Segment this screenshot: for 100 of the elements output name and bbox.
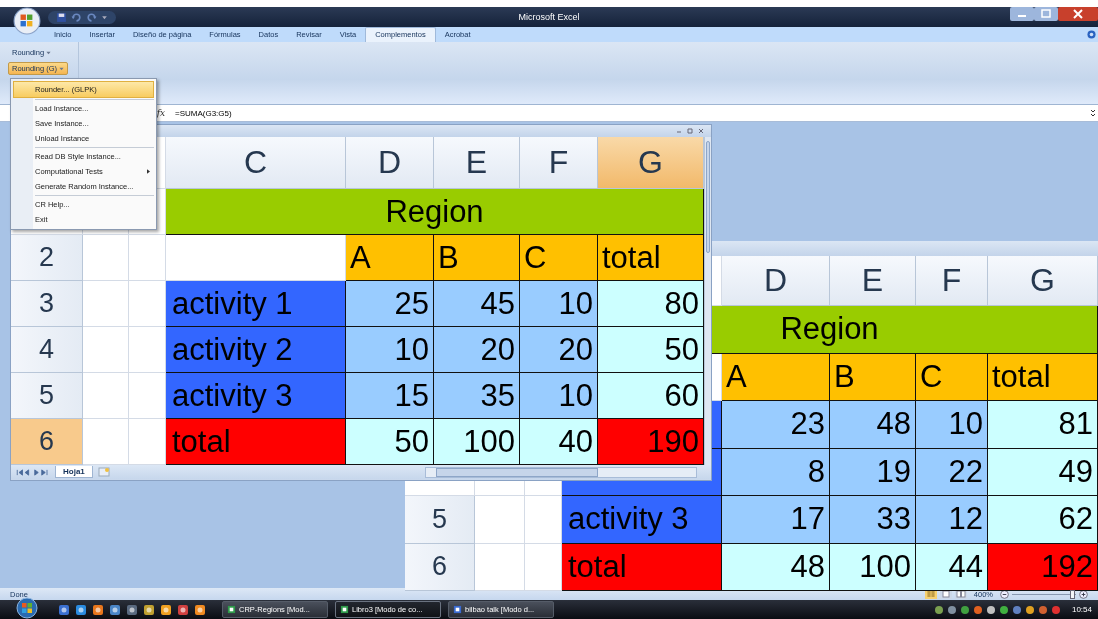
tray-icon[interactable]: [972, 604, 983, 615]
table-cell: 10: [520, 373, 598, 419]
page-layout-icon[interactable]: [939, 589, 952, 599]
table-cell: 49: [988, 448, 1098, 496]
table-cell: 100: [434, 419, 520, 465]
row-header[interactable]: 4: [11, 327, 83, 373]
tray-icon[interactable]: [1024, 604, 1035, 615]
quick-launch-icon[interactable]: [143, 603, 155, 616]
zoom-slider[interactable]: [1012, 589, 1076, 599]
table-cell: 60: [598, 373, 704, 419]
column-header[interactable]: F: [916, 256, 988, 306]
table-cell: [475, 496, 525, 544]
caret-icon: [46, 50, 52, 55]
table-cell: [83, 373, 129, 419]
vertical-scrollbar[interactable]: [704, 137, 711, 465]
table-cell: total: [988, 353, 1098, 401]
table-cell: 44: [916, 543, 988, 591]
row-header[interactable]: 5: [11, 373, 83, 419]
column-header[interactable]: F: [520, 137, 598, 189]
table-cell: [83, 327, 129, 373]
window-controls-icon[interactable]: [675, 127, 705, 135]
quick-launch-icon[interactable]: [92, 603, 104, 616]
horizontal-scrollbar[interactable]: [424, 466, 697, 478]
column-header[interactable]: C: [166, 137, 346, 189]
normal-view-icon[interactable]: [924, 589, 937, 599]
table-cell: activity 3: [166, 373, 346, 419]
quick-launch-icon[interactable]: [75, 603, 87, 616]
table-cell: 62: [988, 496, 1098, 544]
quick-launch-icon[interactable]: [194, 603, 206, 616]
sheet-tab[interactable]: Hoja1: [55, 466, 93, 478]
minimize-button[interactable]: [1010, 7, 1034, 21]
zoom-out-button[interactable]: [1000, 589, 1009, 599]
tray-icon[interactable]: [933, 604, 944, 615]
table-cell: 50: [346, 419, 434, 465]
table-cell: total: [598, 235, 704, 281]
close-button[interactable]: [1058, 7, 1098, 21]
quick-launch-icon[interactable]: [177, 603, 189, 616]
sheet-nav-icon[interactable]: [15, 468, 51, 476]
table-cell: 48: [830, 401, 916, 449]
table-cell: 190: [598, 419, 704, 465]
table-cell: 50: [598, 327, 704, 373]
quick-launch-icon[interactable]: [109, 603, 121, 616]
tray-icon[interactable]: [959, 604, 970, 615]
tray-icon[interactable]: [1037, 604, 1048, 615]
app-icon: [453, 605, 462, 614]
table-cell: [129, 235, 166, 281]
table-cell: 17: [722, 496, 830, 544]
table-cell: activity 3: [562, 496, 722, 544]
table-cell: 25: [346, 281, 434, 327]
row-header[interactable]: 2: [11, 235, 83, 281]
app-icon: [227, 605, 236, 614]
row-header[interactable]: 3: [11, 281, 83, 327]
table-cell: activity 2: [166, 327, 346, 373]
table-cell: A: [346, 235, 434, 281]
quick-launch-icon[interactable]: [160, 603, 172, 616]
table-cell: [83, 281, 129, 327]
app-icon: [340, 605, 349, 614]
tray-icon[interactable]: [946, 604, 957, 615]
table-cell: 33: [830, 496, 916, 544]
table-cell: 10: [916, 401, 988, 449]
clock: 10:54: [1071, 605, 1092, 614]
help-icon[interactable]: [1087, 30, 1096, 39]
formula-field[interactable]: =SUMA(G3:G5): [172, 108, 1090, 118]
table-cell: B: [830, 353, 916, 401]
table-cell: 23: [722, 401, 830, 449]
tray-icon[interactable]: [985, 604, 996, 615]
table-cell: 81: [988, 401, 1098, 449]
column-header[interactable]: D: [722, 256, 830, 306]
table-cell: 35: [434, 373, 520, 419]
column-header[interactable]: D: [346, 137, 434, 189]
start-button[interactable]: [16, 597, 38, 619]
customize-icon[interactable]: [101, 13, 108, 21]
quick-launch-icon[interactable]: [126, 603, 138, 616]
column-header[interactable]: G: [598, 137, 704, 189]
row-header[interactable]: 6: [11, 419, 83, 465]
table-cell: B: [434, 235, 520, 281]
table-cell: 10: [520, 281, 598, 327]
table-cell: 10: [346, 327, 434, 373]
save-icon[interactable]: [56, 11, 67, 23]
table-cell: 192: [988, 543, 1098, 591]
quick-launch-icon[interactable]: [58, 603, 70, 616]
table-cell: [83, 235, 129, 281]
table-cell: total: [562, 543, 722, 591]
column-header[interactable]: G: [988, 256, 1098, 306]
tray-icon[interactable]: [998, 604, 1009, 615]
submenu-arrow-icon: [147, 169, 150, 174]
row-header[interactable]: 6: [405, 543, 475, 591]
zoom-in-button[interactable]: [1079, 589, 1088, 599]
redo-icon[interactable]: [86, 11, 97, 23]
tray-icon[interactable]: [1011, 604, 1022, 615]
column-header[interactable]: E: [830, 256, 916, 306]
table-cell: activity 1: [166, 281, 346, 327]
table-cell: 22: [916, 448, 988, 496]
page-break-icon[interactable]: [954, 589, 967, 599]
column-header[interactable]: E: [434, 137, 520, 189]
expand-icon[interactable]: [1090, 108, 1096, 118]
caret-icon: [59, 66, 65, 71]
table-cell: 15: [346, 373, 434, 419]
row-header[interactable]: 5: [405, 496, 475, 544]
table-cell: 100: [830, 543, 916, 591]
